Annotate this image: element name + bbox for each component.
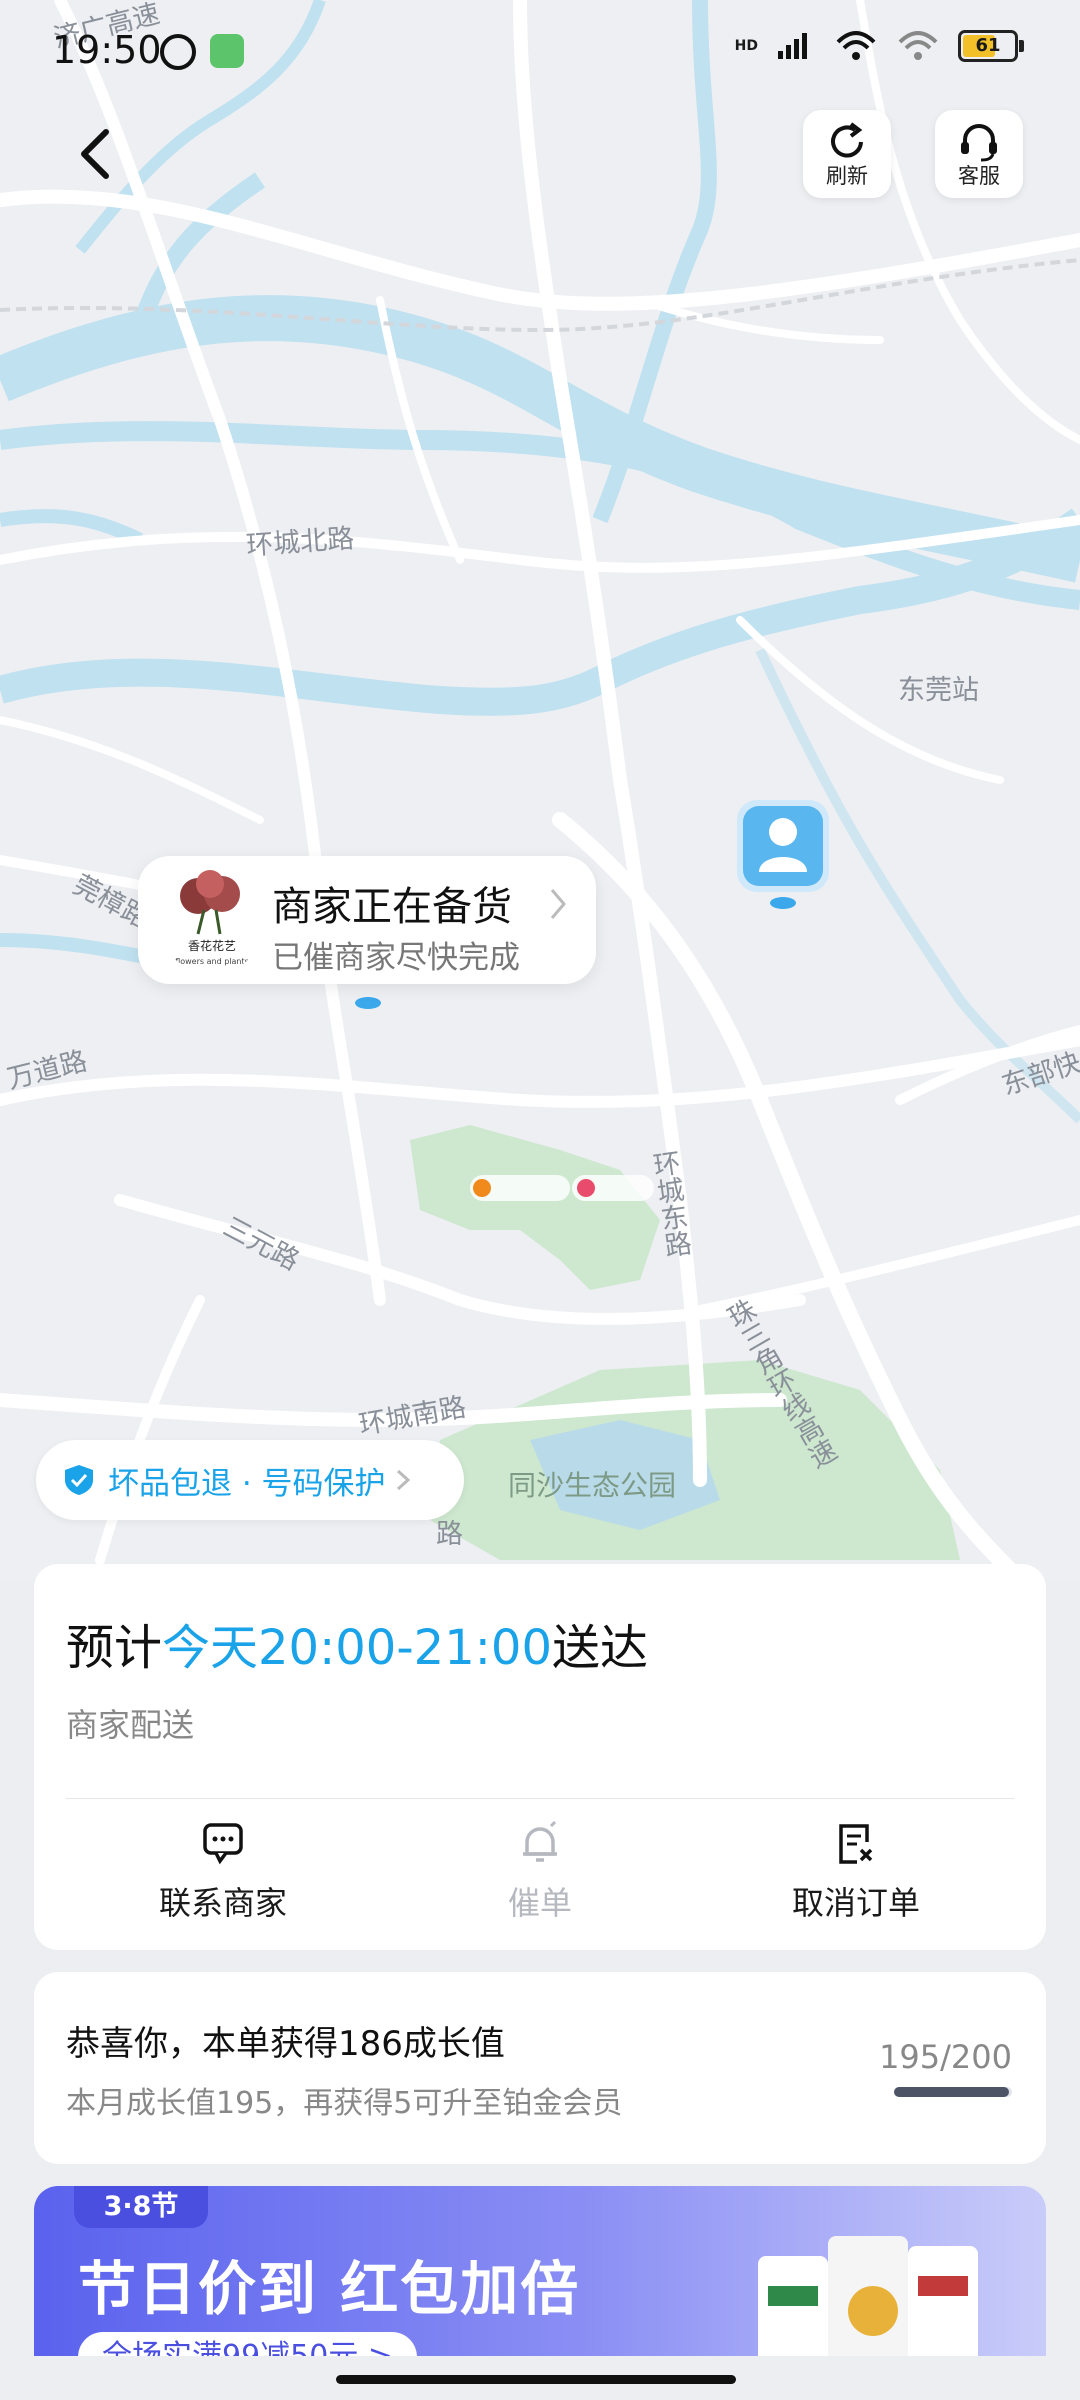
map-label-huancheng-bei: 环城北路	[245, 523, 356, 562]
battery-level: 61	[975, 35, 1001, 56]
promo-badge: 3·8节	[74, 2186, 208, 2228]
delivery-eta: 预计今天20:00-21:00送达	[66, 1608, 648, 1678]
delivery-method: 商家配送	[66, 1706, 195, 1744]
protection-pill[interactable]: 坏品包退 · 号码保护	[36, 1440, 464, 1520]
product-image	[728, 2226, 1018, 2356]
promo-headline: 节日价到 红包加倍	[78, 2255, 581, 2323]
wifi-secondary-icon	[898, 31, 938, 60]
headset-icon	[961, 124, 997, 162]
promo-banner[interactable]: 3·8节 节日价到 红包加倍 全场实满99减50元 >	[34, 2186, 1046, 2356]
map-canvas	[0, 0, 1080, 1580]
home-indicator[interactable]	[336, 2375, 736, 2384]
growth-subtitle: 本月成长值195，再获得5可升至铂金会员	[66, 2086, 623, 2121]
card-divider	[66, 1798, 1014, 1799]
signal-icon: HD	[734, 38, 758, 54]
map-view[interactable]: 济广高速 环城北路 东莞站 莞樟路 万道路 三元路 环城东路 东部快 珠三角环线…	[0, 0, 1080, 1580]
growth-progress-bar	[894, 2087, 1012, 2097]
merchant-status-bubble[interactable]: 香花花艺 flowers and plants 商家正在备货 已催商家尽快完成	[138, 856, 596, 984]
map-label-lu: 路	[436, 1519, 463, 1550]
cell-signal-icon	[778, 33, 807, 59]
chevron-right-icon	[396, 1469, 410, 1491]
status-time: 19:50	[52, 28, 162, 72]
back-button[interactable]	[64, 118, 124, 188]
contact-merchant-button[interactable]: 联系商家	[123, 1820, 323, 1924]
protection-text: 坏品包退 · 号码保护	[108, 1465, 386, 1502]
refresh-icon	[831, 122, 863, 158]
urge-order-label: 催单	[507, 1884, 572, 1922]
service-label: 客服	[958, 164, 1000, 188]
flower-bouquet-image	[180, 870, 240, 935]
cancel-document-icon	[839, 1824, 873, 1864]
refresh-button[interactable]: 刷新	[803, 110, 891, 198]
cancel-order-label: 取消订单	[791, 1884, 920, 1922]
growth-card[interactable]: 恭喜你，本单获得186成长值 本月成长值195，再获得5可升至铂金会员 195/…	[34, 1972, 1046, 2164]
milk-powder-products-image	[758, 2236, 978, 2356]
promo-subline: 全场实满99减50元 >	[78, 2332, 418, 2356]
chevron-right-icon	[550, 889, 566, 919]
bell-icon	[523, 1820, 557, 1862]
shield-check-icon	[65, 1465, 93, 1495]
eta-suffix: 送达	[552, 1620, 649, 1676]
urge-order-button[interactable]: 催单	[440, 1820, 640, 1924]
wifi-icon	[836, 31, 876, 60]
cancel-order-button[interactable]: 取消订单	[756, 1820, 956, 1924]
merchant-status-subtitle: 已催商家尽快完成	[272, 940, 520, 976]
battery-icon: 61	[958, 30, 1024, 62]
eta-time: 今天20:00-21:00	[162, 1620, 552, 1676]
status-icons: HD 61	[734, 30, 1024, 62]
merchant-logo-subtext: flowers and plants	[175, 957, 249, 966]
merchant-logo-text: 香花花艺	[187, 939, 236, 953]
alarm-icon	[160, 34, 196, 70]
chat-icon	[203, 1823, 243, 1865]
map-label-tongsha-park: 同沙生态公园	[508, 1469, 677, 1502]
eta-prefix: 预计	[66, 1620, 163, 1676]
growth-progress-text: 195/200	[879, 2038, 1012, 2076]
map-label-dongguan-station: 东莞站	[898, 675, 979, 706]
growth-progress-fill	[894, 2087, 1010, 2097]
merchant-logo: 香花花艺 flowers and plants	[158, 866, 266, 974]
growth-title: 恭喜你，本单获得186成长值	[66, 2024, 505, 2064]
refresh-label: 刷新	[826, 164, 868, 188]
customer-service-button[interactable]: 客服	[935, 110, 1023, 198]
merchant-status-title: 商家正在备货	[272, 884, 512, 930]
contact-merchant-label: 联系商家	[158, 1884, 287, 1922]
back-arrow-icon	[81, 129, 109, 179]
app-notification-icon	[210, 34, 244, 68]
